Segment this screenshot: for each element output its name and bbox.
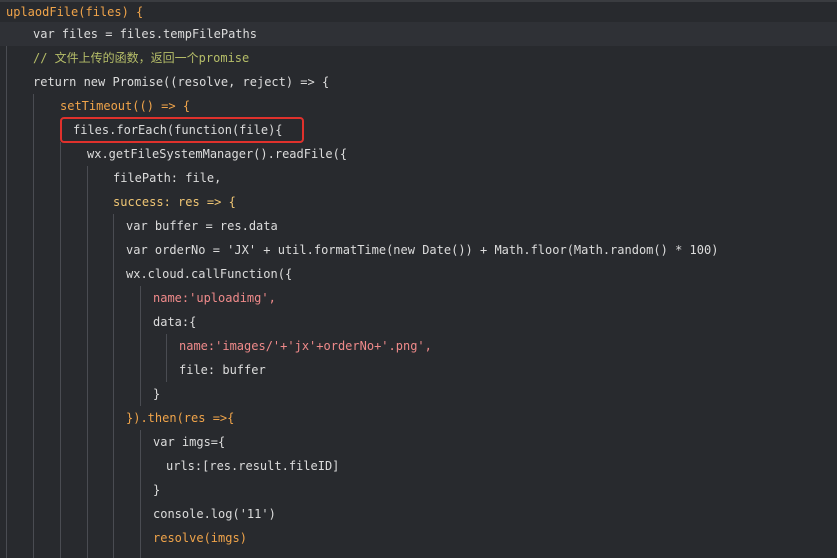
code-line-text: name:'uploadimg', (153, 291, 276, 305)
code-line-text: wx.cloud.callFunction({ (126, 267, 293, 281)
code-line-17[interactable]: } (0, 382, 837, 406)
code-line-text: var files = files.tempFilePaths (33, 27, 257, 41)
code-line-4[interactable]: return new Promise((resolve, reject) => … (0, 70, 837, 94)
code-line-text: }).then(res =>{ (126, 411, 235, 425)
code-line-text: data:{ (153, 315, 197, 329)
code-line-21[interactable]: } (0, 478, 837, 502)
annotation-highlight-box (60, 117, 304, 143)
code-line-7[interactable]: wx.getFileSystemManager().readFile({ (0, 142, 837, 166)
code-line-10[interactable]: var buffer = res.data (0, 214, 837, 238)
code-line-text: return new Promise((resolve, reject) => … (33, 75, 330, 89)
code-line-text: var orderNo = 'JX' + util.formatTime(new… (126, 243, 719, 257)
code-line-text: setTimeout(() => { (60, 99, 191, 113)
code-line-18[interactable]: }).then(res =>{ (0, 406, 837, 430)
code-line-text: name:'images/'+'jx'+orderNo+'.png', (179, 339, 432, 353)
code-line-19[interactable]: var imgs={ (0, 430, 837, 454)
code-line-text: urls:[res.result.fileID] (166, 459, 340, 473)
code-line-14[interactable]: data:{ (0, 310, 837, 334)
code-line-8[interactable]: filePath: file, (0, 166, 837, 190)
code-line-2[interactable]: var files = files.tempFilePaths (0, 22, 837, 46)
code-line-text: filePath: file, (113, 171, 222, 185)
code-line-15[interactable]: name:'images/'+'jx'+orderNo+'.png', (0, 334, 837, 358)
code-line-9[interactable]: success: res => { (0, 190, 837, 214)
code-comment: // 文件上传的函数，返回一个promise (33, 51, 250, 65)
code-line-3[interactable]: // 文件上传的函数，返回一个promise (0, 46, 837, 70)
code-line-23[interactable]: resolve(imgs) (0, 526, 837, 550)
code-line-16[interactable]: file: buffer (0, 358, 837, 382)
code-line-1[interactable]: uplaodFile(files) { (0, 0, 837, 24)
code-line-text: var buffer = res.data (126, 219, 278, 233)
code-line-text: success: res => { (113, 195, 236, 209)
code-line-13[interactable]: name:'uploadimg', (0, 286, 837, 310)
code-line-text: console.log('11') (153, 507, 276, 521)
code-line-text: resolve(imgs) (153, 531, 247, 545)
code-line-text: file: buffer (179, 363, 266, 377)
code-line-text: } (153, 483, 161, 497)
code-line-text: } (153, 387, 161, 401)
code-line-text: var imgs={ (153, 435, 226, 449)
code-line-text: uplaodFile(files) { (6, 5, 144, 19)
code-line-22[interactable]: console.log('11') (0, 502, 837, 526)
code-line-20[interactable]: urls:[res.result.fileID] (0, 454, 837, 478)
code-editor[interactable]: uplaodFile(files) { var files = files.te… (0, 0, 837, 558)
code-line-11[interactable]: var orderNo = 'JX' + util.formatTime(new… (0, 238, 837, 262)
code-line-12[interactable]: wx.cloud.callFunction({ (0, 262, 837, 286)
code-line-5[interactable]: setTimeout(() => { (0, 94, 837, 118)
code-line-text: wx.getFileSystemManager().readFile({ (87, 147, 348, 161)
